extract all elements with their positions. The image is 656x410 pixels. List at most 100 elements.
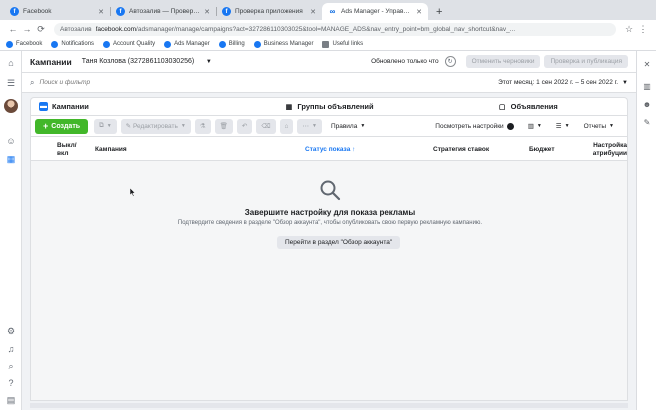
view-settings-toggle[interactable]: Посмотреть настройки [430, 119, 518, 134]
gear-icon[interactable]: ⚙ [5, 325, 17, 337]
trash-icon[interactable]: ⌫ [256, 118, 276, 134]
bookmark-folder[interactable]: Useful links [322, 40, 364, 48]
url-input[interactable]: Автозалив facebook.com/adsmanager/manage… [54, 22, 616, 36]
tab-adsets[interactable]: ▦ Группы объявлений [230, 98, 429, 115]
col-bid-strategy[interactable]: Стратегия ставок [433, 146, 489, 154]
columns-button[interactable]: ▥ ▼ [523, 119, 547, 134]
star-icon[interactable]: ☆ [622, 24, 636, 35]
new-tab-button[interactable]: + [428, 3, 442, 20]
tag-icon[interactable]: ⌂ [279, 118, 294, 134]
facebook-icon [51, 40, 59, 48]
browser-tab[interactable]: f Проверка приложения ✕ [216, 3, 322, 20]
left-nav-rail: ⌂ ☰ ☺ ▦ ⚙ ♫ ⌕ ? ▤ [0, 51, 22, 410]
delete-icon[interactable]: 🗑 [214, 118, 233, 134]
col-delivery-status[interactable]: Статус показа ↑ [305, 146, 355, 154]
undo-icon[interactable]: ↶ [236, 118, 253, 134]
col-toggle[interactable]: Выкл/вкл [57, 142, 87, 158]
col-campaign[interactable]: Кампания [95, 146, 127, 154]
breakdown-button[interactable]: ☰ ▼ [551, 119, 575, 134]
report-icon[interactable]: ▤ [5, 394, 17, 406]
forward-arrow-icon[interactable]: → [20, 24, 34, 34]
empty-state-body: Подтвердите сведения в разделе "Обзор ак… [177, 220, 483, 226]
chevron-down-icon: ▼ [180, 123, 186, 129]
browser-tab-strip: f Facebook ✕ f Автозалив — Проверка прил… [0, 0, 656, 20]
avatar[interactable] [4, 99, 18, 113]
col-budget[interactable]: Бюджет [529, 146, 555, 154]
bookmark-item[interactable]: Facebook [6, 40, 42, 48]
discard-drafts-button[interactable]: Отменить черновики [465, 55, 541, 68]
search-icon: ⌕ [30, 77, 35, 87]
person-icon[interactable]: ☻ [642, 99, 652, 109]
table-grid-icon[interactable]: ▦ [5, 153, 17, 165]
edit-label: Редактировать [132, 122, 178, 130]
edit-icon[interactable]: ✎ [642, 117, 652, 127]
ad-icon: ▢ [498, 103, 506, 111]
bookmark-label: Billing [228, 41, 245, 47]
create-button[interactable]: + Создать [35, 118, 89, 134]
browser-tab[interactable]: f Facebook ✕ [4, 3, 110, 20]
chevron-down-icon: ▼ [536, 123, 542, 129]
close-icon[interactable]: ✕ [98, 8, 104, 16]
toggle-icon [506, 122, 514, 130]
smiley-icon[interactable]: ☺ [5, 135, 17, 147]
search-icon[interactable]: ⌕ [5, 360, 17, 372]
ads-manager-main: Кампании Таня Козлова (327286110303025​6… [22, 51, 636, 410]
site-label: Автозалив [60, 25, 92, 33]
url-text: facebook.com/adsmanager/manage/campaigns… [96, 26, 516, 33]
home-icon[interactable]: ⌂ [5, 57, 17, 69]
refresh-icon[interactable]: ↻ [444, 56, 456, 67]
horizontal-scrollbar[interactable] [30, 403, 628, 408]
browser-tab[interactable]: f Автозалив — Проверка прил... ✕ [110, 3, 216, 20]
more-options-button[interactable]: ⋯ ▼ [297, 118, 322, 134]
bookmark-item[interactable]: Account Quality [103, 40, 156, 48]
chevron-down-icon: ▼ [564, 123, 570, 129]
reports-dropdown[interactable]: Отчеты ▼ [579, 119, 619, 134]
tab-ads[interactable]: ▢ Объявления [428, 98, 627, 115]
page-header: Кампании Таня Козлова (327286110303025​6… [22, 51, 636, 73]
tab-title: Проверка приложения [235, 8, 303, 15]
go-to-account-overview-button[interactable]: Перейти в раздел "Обзор аккаунта" [277, 236, 401, 249]
help-icon[interactable]: ? [5, 377, 17, 389]
empty-state-title: Завершите настройку для показа рекламы [244, 208, 416, 217]
bookmark-label: Account Quality [113, 41, 156, 47]
chevron-down-icon: ▼ [205, 58, 212, 65]
tab-label: Группы объявлений [297, 102, 374, 111]
date-range-picker[interactable]: Этот месяц: 1 сен 2022 г. – 5 сен 2022 г… [498, 79, 628, 86]
browser-tab-active[interactable]: ∞ Ads Manager - Управление р... ✕ [322, 3, 428, 20]
chart-icon[interactable]: ▥ [642, 81, 652, 91]
bookmark-item[interactable]: Notifications [51, 40, 95, 48]
ab-test-icon[interactable]: ⚗ [194, 118, 211, 134]
chevron-down-icon: ▼ [622, 79, 628, 86]
bookmark-label: Business Manager [263, 41, 314, 47]
plus-icon: + [43, 121, 49, 131]
hamburger-menu-icon[interactable]: ☰ [5, 77, 17, 89]
bookmark-label: Useful links [332, 41, 364, 47]
bookmark-label: Notifications [61, 41, 95, 47]
bookmark-item[interactable]: Ads Manager [164, 40, 210, 48]
review-publish-button[interactable]: Проверка и публикация [544, 55, 628, 68]
back-arrow-icon[interactable]: ← [6, 24, 20, 34]
account-selector[interactable]: Таня Козлова (327286110303025​6) ▼ [82, 58, 212, 65]
bell-icon[interactable]: ♫ [5, 343, 17, 355]
bookmark-item[interactable]: Billing [218, 40, 245, 48]
duplicate-button[interactable]: ⧉ ▼ [94, 118, 117, 134]
update-status: Обновлено только что [371, 58, 439, 65]
search-filter-input[interactable] [39, 79, 220, 86]
reload-icon[interactable]: ⟳ [34, 24, 48, 35]
facebook-icon [103, 40, 111, 48]
col-attribution[interactable]: Настройка атрибуции [587, 142, 627, 158]
rules-dropdown[interactable]: Правила ▼ [326, 119, 370, 134]
bookmarks-bar: Facebook Notifications Account Quality A… [0, 38, 656, 51]
menu-dots-icon[interactable]: ⋮ [636, 24, 650, 35]
grid-icon: ▦ [285, 103, 293, 111]
facebook-icon [164, 40, 172, 48]
tab-campaigns[interactable]: ▬ Кампании [31, 98, 230, 115]
close-icon[interactable]: ✕ [310, 8, 316, 16]
close-icon[interactable]: ✕ [642, 59, 652, 69]
close-icon[interactable]: ✕ [204, 8, 210, 16]
close-icon[interactable]: ✕ [416, 8, 422, 16]
tab-title: Ads Manager - Управление р... [341, 8, 413, 15]
bookmark-item[interactable]: Business Manager [253, 40, 314, 48]
url-path: /adsmanager/manage/campaigns?act=3272861… [136, 25, 516, 33]
edit-button[interactable]: ✎ Редактировать ▼ [120, 118, 191, 134]
